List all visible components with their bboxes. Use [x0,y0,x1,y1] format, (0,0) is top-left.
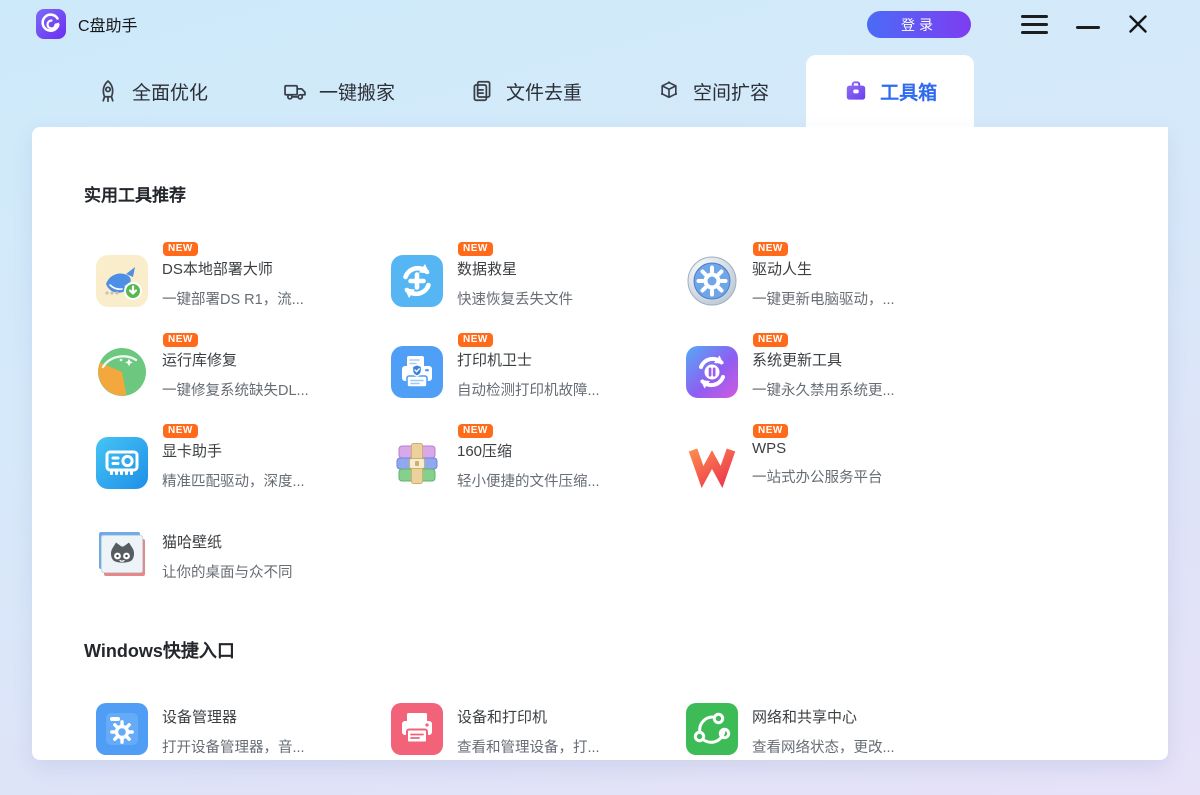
tool-card-gpu-helper[interactable]: NEW 显卡助手 精准匹配驱动，深度... [96,437,391,489]
tool-card-driver-life[interactable]: NEW 驱动人生 一键更新电脑驱动，... [686,255,981,307]
tool-card-system-update[interactable]: NEW 系统更新工具 一键永久禁用系统更... [686,346,981,398]
runtime-repair-icon [96,346,148,398]
system-update-icon [686,346,738,398]
rocket-icon [95,78,121,104]
device-manager-icon [96,703,148,755]
tool-desc: 一键更新电脑驱动，... [752,288,895,309]
tool-desc: 快速恢复丢失文件 [457,288,573,309]
gpu-card-icon [96,437,148,489]
new-badge: NEW [163,424,198,438]
shortcut-desc: 查看网络状态，更改... [752,736,895,757]
tool-card-ds-deploy[interactable]: NEW DS本地部署大师 一键部署DS R1，流... [96,255,391,307]
devices-printers-icon [391,703,443,755]
menu-icon[interactable] [1019,13,1050,36]
tool-desc: 一键修复系统缺失DL... [162,379,309,400]
minimize-icon[interactable] [1076,26,1100,29]
tab-label: 全面优化 [132,78,208,105]
archive-rar-icon [391,437,443,489]
app-title: C盘助手 [78,12,138,36]
cube-expand-icon [656,78,682,104]
tab-label: 工具箱 [880,78,937,105]
wps-icon [686,437,738,489]
tool-desc: 一站式办公服务平台 [752,466,883,487]
section-title-recommended: 实用工具推荐 [84,181,1168,206]
data-recovery-icon [391,255,443,307]
network-share-icon [686,703,738,755]
toolbox-panel: 实用工具推荐 NEW DS本地部署大师 一键部署DS R1，流... [32,127,1168,760]
tool-desc: 一键永久禁用系统更... [752,379,895,400]
tab-bar: 全面优化 一键搬家 文件去重 [0,55,1200,127]
tool-card-cat-wallpaper[interactable]: 猫哈壁纸 让你的桌面与众不同 [96,528,391,580]
login-button[interactable]: 登录 [867,11,971,38]
shortcut-title: 设备管理器 [162,703,305,727]
new-badge: NEW [753,242,788,256]
window-controls [1019,12,1150,36]
shortcut-card-devices-printers[interactable]: 设备和打印机 查看和管理设备，打... [391,703,686,755]
tool-desc: 精准匹配驱动，深度... [162,470,305,491]
tool-card-wps[interactable]: NEW WPS 一站式办公服务平台 [686,437,981,489]
cat-wallpaper-icon [96,528,148,580]
tool-desc: 轻小便捷的文件压缩... [457,470,600,491]
tab-space-expand[interactable]: 空间扩容 [619,55,806,127]
tool-title: 160压缩 [457,437,600,461]
tab-label: 一键搬家 [319,78,395,105]
tool-title: 驱动人生 [752,255,895,279]
close-icon[interactable] [1126,12,1150,36]
tab-toolbox[interactable]: 工具箱 [806,55,974,127]
tool-card-160-zip[interactable]: NEW 160压缩 轻小便捷的文件压缩... [391,437,686,489]
shortcut-desc: 查看和管理设备，打... [457,736,600,757]
truck-icon [282,78,308,104]
shortcut-title: 网络和共享中心 [752,703,895,727]
new-badge: NEW [458,333,493,347]
tool-title: 显卡助手 [162,437,305,461]
new-badge: NEW [753,424,788,438]
tool-title: 数据救星 [457,255,573,279]
new-badge: NEW [753,333,788,347]
tool-title: WPS [752,437,883,457]
whale-deploy-icon [96,255,148,307]
driver-gear-icon [686,255,738,307]
tab-full-optimize[interactable]: 全面优化 [58,55,245,127]
tool-desc: 自动检测打印机故障... [457,379,600,400]
tool-card-runtime-repair[interactable]: NEW 运行库修复 一键修复系统缺失DL... [96,346,391,398]
toolbox-icon [843,78,869,104]
tab-file-dedupe[interactable]: 文件去重 [432,55,619,127]
section-title-windows-shortcuts: Windows快捷入口 [84,637,1168,663]
printer-guard-icon [391,346,443,398]
app-logo-icon [36,9,66,39]
windows-shortcuts-grid: 设备管理器 打开设备管理器，音... 设备和打印机 查看和管理设备，打... [96,703,1168,755]
titlebar: C盘助手 登录 [0,0,1200,48]
shortcut-card-device-manager[interactable]: 设备管理器 打开设备管理器，音... [96,703,391,755]
shortcut-card-network-center[interactable]: 网络和共享中心 查看网络状态，更改... [686,703,981,755]
shortcut-title: 设备和打印机 [457,703,600,727]
new-badge: NEW [163,333,198,347]
tool-title: 系统更新工具 [752,346,895,370]
tool-card-printer-guard[interactable]: NEW 打印机卫士 自动检测打印机故障... [391,346,686,398]
tab-label: 空间扩容 [693,78,769,105]
recommended-tools-grid: NEW DS本地部署大师 一键部署DS R1，流... NEW 数据救星 快速恢… [96,255,1168,580]
shortcut-desc: 打开设备管理器，音... [162,736,305,757]
tool-desc: 让你的桌面与众不同 [162,561,293,582]
tool-title: 猫哈壁纸 [162,528,293,552]
tool-title: 运行库修复 [162,346,309,370]
new-badge: NEW [458,242,493,256]
new-badge: NEW [163,242,198,256]
document-dedupe-icon [469,78,495,104]
tool-title: 打印机卫士 [457,346,600,370]
tool-card-data-rescue[interactable]: NEW 数据救星 快速恢复丢失文件 [391,255,686,307]
new-badge: NEW [458,424,493,438]
tool-desc: 一键部署DS R1，流... [162,288,304,309]
tab-one-key-move[interactable]: 一键搬家 [245,55,432,127]
tool-title: DS本地部署大师 [162,255,304,279]
tab-label: 文件去重 [506,78,582,105]
